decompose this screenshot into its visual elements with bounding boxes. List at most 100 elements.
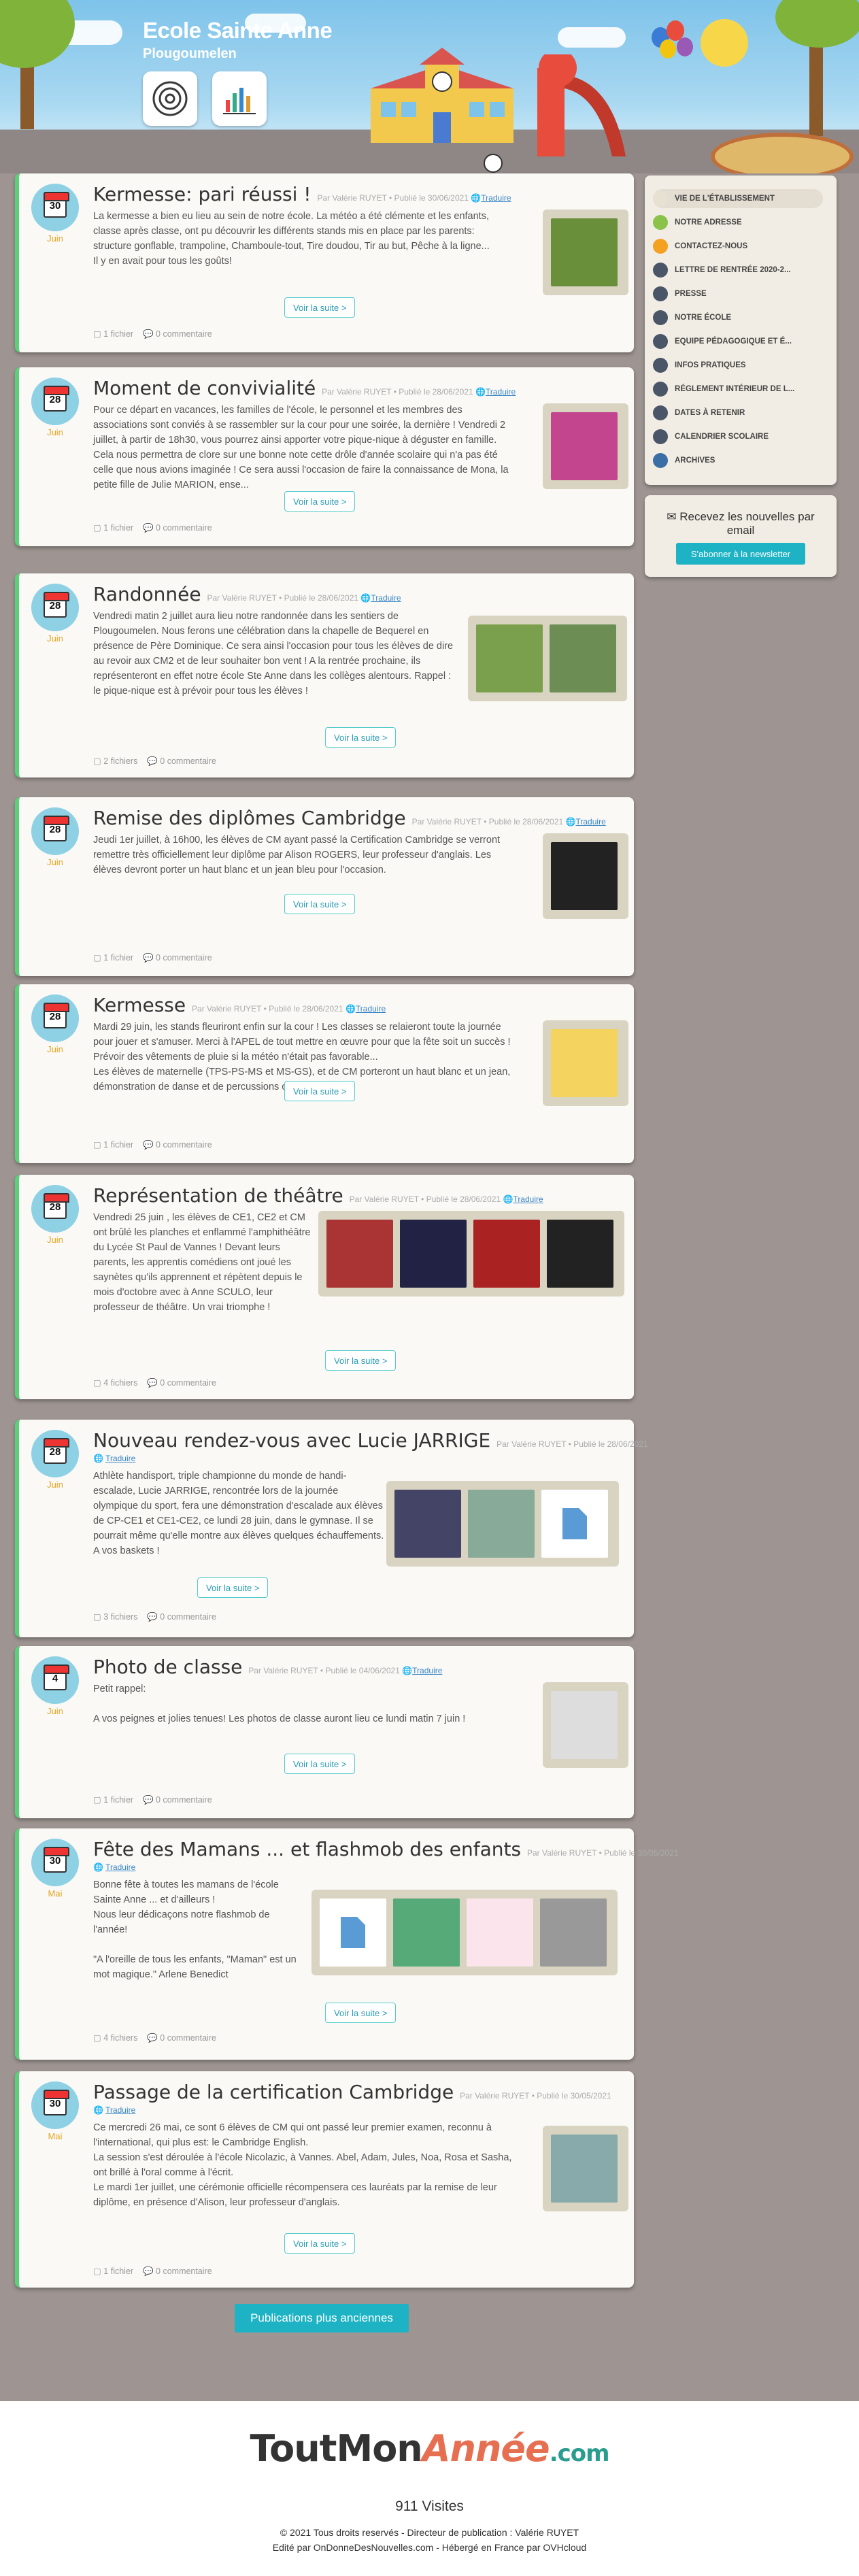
translate-link[interactable]: Traduire (105, 1454, 135, 1463)
file-count[interactable]: 1 fichier (103, 1795, 133, 1805)
post-title[interactable]: Fête des Mamans ... et flashmob des enfa… (93, 1838, 521, 1860)
read-more-button[interactable]: Voir la suite > (284, 1081, 356, 1101)
attachment-thumbnail[interactable] (400, 1220, 467, 1288)
post-title[interactable]: Randonnée (93, 583, 201, 605)
file-count[interactable]: 3 fichiers (103, 1612, 137, 1622)
document-icon[interactable] (320, 1898, 386, 1967)
document-icon[interactable] (541, 1490, 608, 1558)
post-month: Mai (48, 1888, 63, 1898)
sidebar-item[interactable]: Vie de l'établissement (653, 189, 823, 208)
file-count[interactable]: 1 fichier (103, 523, 133, 533)
sidebar-item[interactable]: Archives (653, 451, 823, 470)
comment-count[interactable]: 0 commentaire (160, 1612, 216, 1622)
calendar-icon: 4 (31, 1656, 79, 1704)
attachment-thumbnail[interactable] (540, 1898, 607, 1967)
attachment-thumbnail[interactable] (550, 624, 616, 692)
comment-count[interactable]: 0 commentaire (156, 329, 212, 339)
post-title[interactable]: Représentation de théâtre (93, 1184, 343, 1207)
file-count[interactable]: 1 fichier (103, 2266, 133, 2276)
sidebar-item[interactable]: Contactez-nous (653, 237, 823, 256)
comment-count[interactable]: 0 commentaire (160, 1378, 216, 1388)
attachment-thumbnail[interactable] (394, 1490, 461, 1558)
translate-link[interactable]: Traduire (371, 593, 401, 603)
site-title[interactable]: Ecole Sainte Anne (143, 18, 333, 44)
toutemonannee-logo[interactable]: ToutMonAnnée.com (0, 2427, 859, 2470)
translate-link[interactable]: Traduire (105, 2105, 135, 2115)
envelope-icon: ✉ (667, 510, 680, 523)
attachment-thumbnail[interactable] (468, 1490, 535, 1558)
sidebar-item[interactable]: Lettre de rentrée 2020-2... (653, 261, 823, 280)
attachment-thumbnail[interactable] (473, 1220, 540, 1288)
read-more-button[interactable]: Voir la suite > (197, 1577, 269, 1598)
sidebar-item[interactable]: Infos pratiques (653, 356, 823, 375)
translate-link[interactable]: Traduire (356, 1004, 386, 1014)
comment-count[interactable]: 0 commentaire (156, 1795, 212, 1805)
file-count[interactable]: 1 fichier (103, 953, 133, 963)
post-title[interactable]: Passage de la certification Cambridge (93, 2081, 454, 2103)
sun-icon (701, 19, 748, 67)
translate-link[interactable]: Traduire (105, 1862, 135, 1872)
read-more-button[interactable]: Voir la suite > (284, 1754, 356, 1774)
comment-count[interactable]: 0 commentaire (160, 756, 216, 766)
post-title[interactable]: Moment de convivialité (93, 377, 316, 399)
map-pin-icon (653, 215, 668, 230)
sidebar-item[interactable]: Notre école (653, 308, 823, 327)
file-count[interactable]: 1 fichier (103, 1140, 133, 1150)
post-month: Juin (47, 1044, 63, 1054)
older-posts-button[interactable]: Publications plus anciennes (235, 2304, 409, 2332)
document-icon (653, 358, 668, 373)
file-count[interactable]: 4 fichiers (103, 2033, 137, 2043)
post-title[interactable]: Photo de classe (93, 1656, 242, 1678)
file-count[interactable]: 2 fichiers (103, 756, 137, 766)
file-count[interactable]: 4 fichiers (103, 1378, 137, 1388)
file-count[interactable]: 1 fichier (103, 329, 133, 339)
file-icon: ▢ (93, 523, 104, 533)
read-more-button[interactable]: Voir la suite > (325, 1350, 397, 1371)
post-day: 28 (49, 1011, 61, 1022)
comment-count[interactable]: 0 commentaire (156, 953, 212, 963)
comment-count[interactable]: 0 commentaire (160, 2033, 216, 2043)
attachment-thumbnail[interactable] (326, 1220, 393, 1288)
translate-link[interactable]: Traduire (481, 193, 511, 203)
translate-link[interactable]: Traduire (412, 1666, 442, 1675)
comment-icon: 💬 (142, 1795, 156, 1805)
maze-app-icon[interactable] (143, 71, 197, 126)
chart-app-icon[interactable] (212, 71, 267, 126)
post-title[interactable]: Kermesse: pari réussi ! (93, 183, 311, 205)
read-more-button[interactable]: Voir la suite > (284, 297, 356, 318)
translate-link[interactable]: Traduire (576, 817, 606, 826)
post-title[interactable]: Kermesse (93, 994, 186, 1016)
comment-count[interactable]: 0 commentaire (156, 1140, 212, 1150)
post-title[interactable]: Nouveau rendez-vous avec Lucie JARRIGE (93, 1429, 490, 1452)
sidebar-item[interactable]: Notre adresse (653, 213, 823, 232)
subscribe-newsletter-button[interactable]: S'abonner à la newsletter (676, 543, 805, 565)
post-title[interactable]: Remise des diplômes Cambridge (93, 807, 406, 829)
attachment-thumbnail[interactable] (547, 1220, 613, 1288)
read-more-button[interactable]: Voir la suite > (284, 894, 356, 914)
attachment-thumbnail[interactable] (551, 412, 618, 480)
attachment-thumbnail[interactable] (476, 624, 543, 692)
sidebar-item[interactable]: Presse (653, 284, 823, 303)
sidebar-item[interactable]: Equipe pédagogique et é... (653, 332, 823, 351)
attachment-thumbnail[interactable] (551, 1691, 618, 1759)
comment-count[interactable]: 0 commentaire (156, 2266, 212, 2276)
attachment-thumbnail[interactable] (551, 1029, 618, 1097)
attachment-thumbnail[interactable] (551, 2135, 618, 2203)
read-more-button[interactable]: Voir la suite > (325, 727, 397, 748)
post-card: 30 Mai Passage de la certification Cambr… (15, 2071, 634, 2288)
translate-link[interactable]: Traduire (486, 387, 516, 397)
sidebar-item[interactable]: Calendrier scolaire (653, 427, 823, 446)
read-more-button[interactable]: Voir la suite > (284, 2233, 356, 2254)
translate-link[interactable]: Traduire (513, 1194, 543, 1204)
attachment-thumbnail[interactable] (551, 218, 618, 286)
sidebar-item[interactable]: Réglement intérieur de l... (653, 380, 823, 399)
attachment-thumbnail[interactable] (551, 842, 618, 910)
site-subtitle: Plougoumelen (143, 46, 237, 61)
comment-count[interactable]: 0 commentaire (156, 523, 212, 533)
read-more-button[interactable]: Voir la suite > (325, 2003, 397, 2023)
attachment-thumbnail[interactable] (467, 1898, 533, 1967)
read-more-button[interactable]: Voir la suite > (284, 491, 356, 512)
attachment-thumbnail[interactable] (393, 1898, 460, 1967)
globe-icon: 🌐 (360, 593, 371, 603)
sidebar-item[interactable]: Dates à retenir (653, 403, 823, 422)
